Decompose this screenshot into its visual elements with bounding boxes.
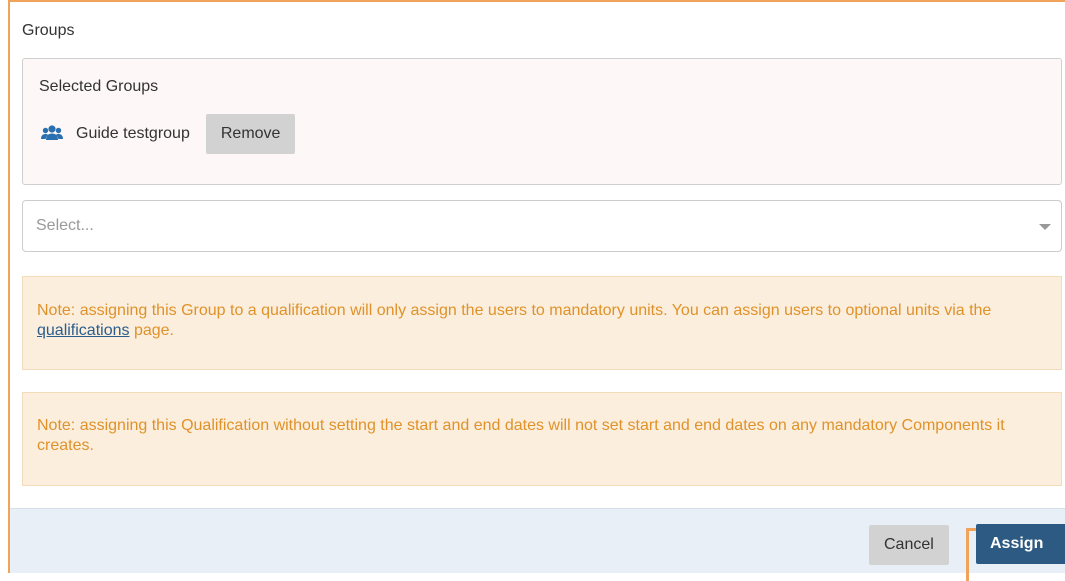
dialog-footer: Cancel	[10, 508, 1065, 573]
selected-groups-panel: Selected Groups Guide testgroup Remove	[22, 58, 1062, 185]
dates-note: Note: assigning this Qualification witho…	[22, 392, 1062, 486]
group-assignment-note: Note: assigning this Group to a qualific…	[22, 276, 1062, 370]
group-note-text: Note: assigning this Group to a qualific…	[37, 302, 992, 319]
dates-note-text: Note: assigning this Qualification witho…	[37, 417, 1005, 454]
selected-group-name: Guide testgroup	[76, 125, 190, 142]
cancel-button[interactable]: Cancel	[869, 525, 949, 565]
assign-button[interactable]: Assign	[976, 524, 1065, 564]
group-select-placeholder: Select...	[36, 217, 94, 234]
dialog-frame: Groups Selected Groups Guide testgroup R…	[8, 0, 1065, 573]
group-note-text-end: page.	[129, 322, 174, 339]
group-select-dropdown[interactable]: Select...	[22, 200, 1062, 252]
selected-group-item: Guide testgroup Remove	[41, 114, 296, 154]
qualifications-link[interactable]: qualifications	[37, 322, 130, 339]
caret-down-icon[interactable]	[1039, 224, 1051, 230]
groups-heading: Groups	[22, 22, 75, 39]
remove-group-button[interactable]: Remove	[205, 114, 296, 154]
selected-groups-title: Selected Groups	[39, 78, 159, 95]
users-group-icon	[41, 124, 63, 144]
